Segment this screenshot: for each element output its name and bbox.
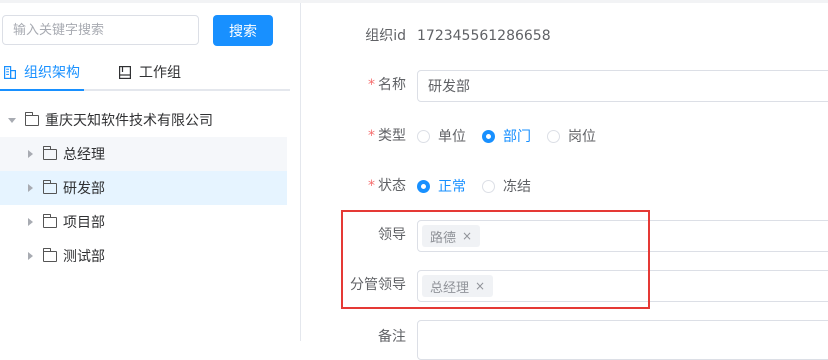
- sub-leader-tag: 总经理 ×: [422, 275, 494, 297]
- sub-leader-select[interactable]: 总经理 ×: [417, 270, 828, 302]
- sub-leader-row: 分管领导 总经理 ×: [301, 270, 828, 310]
- status-radio-frozen[interactable]: 冻结: [482, 176, 531, 196]
- tab-org-structure[interactable]: 组织架构: [4, 55, 80, 89]
- radio-label: 部门: [503, 129, 531, 145]
- required-mark: *: [368, 128, 375, 144]
- caret-down-icon[interactable]: [8, 117, 16, 123]
- radio-label: 正常: [438, 179, 466, 195]
- required-mark: *: [368, 178, 375, 194]
- org-id-value: 172345561286658: [417, 28, 551, 44]
- remark-textarea[interactable]: [417, 320, 828, 360]
- active-tab-underline: [0, 89, 84, 91]
- tab-workgroup-label: 工作组: [139, 65, 181, 81]
- type-radio-position[interactable]: 岗位: [547, 126, 596, 146]
- status-label-text: 状态: [378, 178, 406, 194]
- tag-label: 路德: [430, 230, 457, 246]
- org-structure-icon: [4, 65, 17, 79]
- status-row: * 状态 正常 冻结: [301, 171, 828, 211]
- radio-icon: [417, 129, 430, 143]
- org-detail-form: 组织id 172345561286658 *名称 *类型 单位 部门 岗位 *状…: [301, 3, 828, 360]
- status-radio-group: 正常 冻结: [417, 171, 547, 201]
- leader-select[interactable]: 路德 ×: [417, 220, 828, 252]
- status-label: * 状态: [368, 171, 406, 201]
- name-row: * 名称: [301, 70, 828, 110]
- folder-icon: [42, 213, 57, 228]
- tree-node-rnd[interactable]: 研发部: [0, 171, 287, 205]
- caret-right-icon[interactable]: [28, 218, 33, 226]
- tree-node-root[interactable]: 重庆天知软件技术有限公司: [0, 103, 287, 137]
- type-row: * 类型 单位 部门 岗位: [301, 121, 828, 161]
- folder-icon: [42, 145, 57, 160]
- close-icon[interactable]: ×: [462, 229, 472, 243]
- tree-node-label: 重庆天知软件技术有限公司: [45, 113, 213, 129]
- leader-row: 领导 路德 ×: [301, 220, 828, 260]
- tree-node-project[interactable]: 项目部: [0, 205, 287, 239]
- radio-checked-icon: [482, 129, 495, 143]
- folder-icon: [42, 179, 57, 194]
- type-label-text: 类型: [378, 128, 406, 144]
- tab-workgroup[interactable]: 工作组: [119, 55, 181, 89]
- caret-right-icon[interactable]: [28, 184, 33, 192]
- tree-node-label: 项目部: [63, 215, 105, 231]
- type-radio-department[interactable]: 部门: [482, 126, 531, 146]
- status-radio-normal[interactable]: 正常: [417, 176, 466, 196]
- radio-icon: [482, 179, 495, 193]
- name-field[interactable]: [417, 70, 828, 102]
- tab-org-structure-label: 组织架构: [24, 65, 80, 81]
- sub-leader-label: 分管领导: [350, 277, 406, 293]
- tag-label: 总经理: [430, 280, 470, 296]
- radio-label: 单位: [438, 129, 466, 145]
- close-icon[interactable]: ×: [475, 279, 485, 293]
- radio-icon: [547, 129, 560, 143]
- org-tree-panel: 搜索 组织架构 工作组 重庆天知软件技术有限公司 总经理: [0, 3, 301, 341]
- remark-label: 备注: [378, 329, 406, 345]
- workgroup-icon: [119, 65, 132, 79]
- radio-checked-icon: [417, 179, 430, 193]
- org-id-label: 组织id: [365, 28, 406, 44]
- name-label: * 名称: [368, 70, 406, 100]
- caret-right-icon[interactable]: [28, 150, 33, 158]
- leader-tag: 路德 ×: [422, 225, 481, 247]
- required-mark: *: [368, 77, 375, 93]
- tree-node-label: 测试部: [63, 249, 105, 265]
- radio-label: 岗位: [568, 129, 596, 145]
- type-radio-unit[interactable]: 单位: [417, 126, 466, 146]
- tabs: 组织架构 工作组: [0, 55, 290, 91]
- folder-icon: [24, 111, 39, 126]
- radio-label: 冻结: [503, 179, 531, 195]
- tree-node-label: 总经理: [63, 147, 105, 163]
- tree-node-testing[interactable]: 测试部: [0, 239, 287, 273]
- leader-label: 领导: [378, 227, 406, 243]
- folder-icon: [42, 247, 57, 262]
- type-radio-group: 单位 部门 岗位: [417, 121, 612, 151]
- search-input[interactable]: [2, 15, 199, 45]
- name-label-text: 名称: [378, 77, 406, 93]
- caret-right-icon[interactable]: [28, 252, 33, 260]
- type-label: * 类型: [368, 121, 406, 151]
- org-tree: 重庆天知软件技术有限公司 总经理 研发部 项目部 测试部: [0, 103, 287, 273]
- remark-row: 备注: [301, 320, 828, 360]
- org-id-row: 组织id 172345561286658: [301, 21, 828, 61]
- search-button[interactable]: 搜索: [213, 15, 273, 46]
- tree-node-general-manager[interactable]: 总经理: [0, 137, 287, 171]
- tree-node-label: 研发部: [63, 181, 105, 197]
